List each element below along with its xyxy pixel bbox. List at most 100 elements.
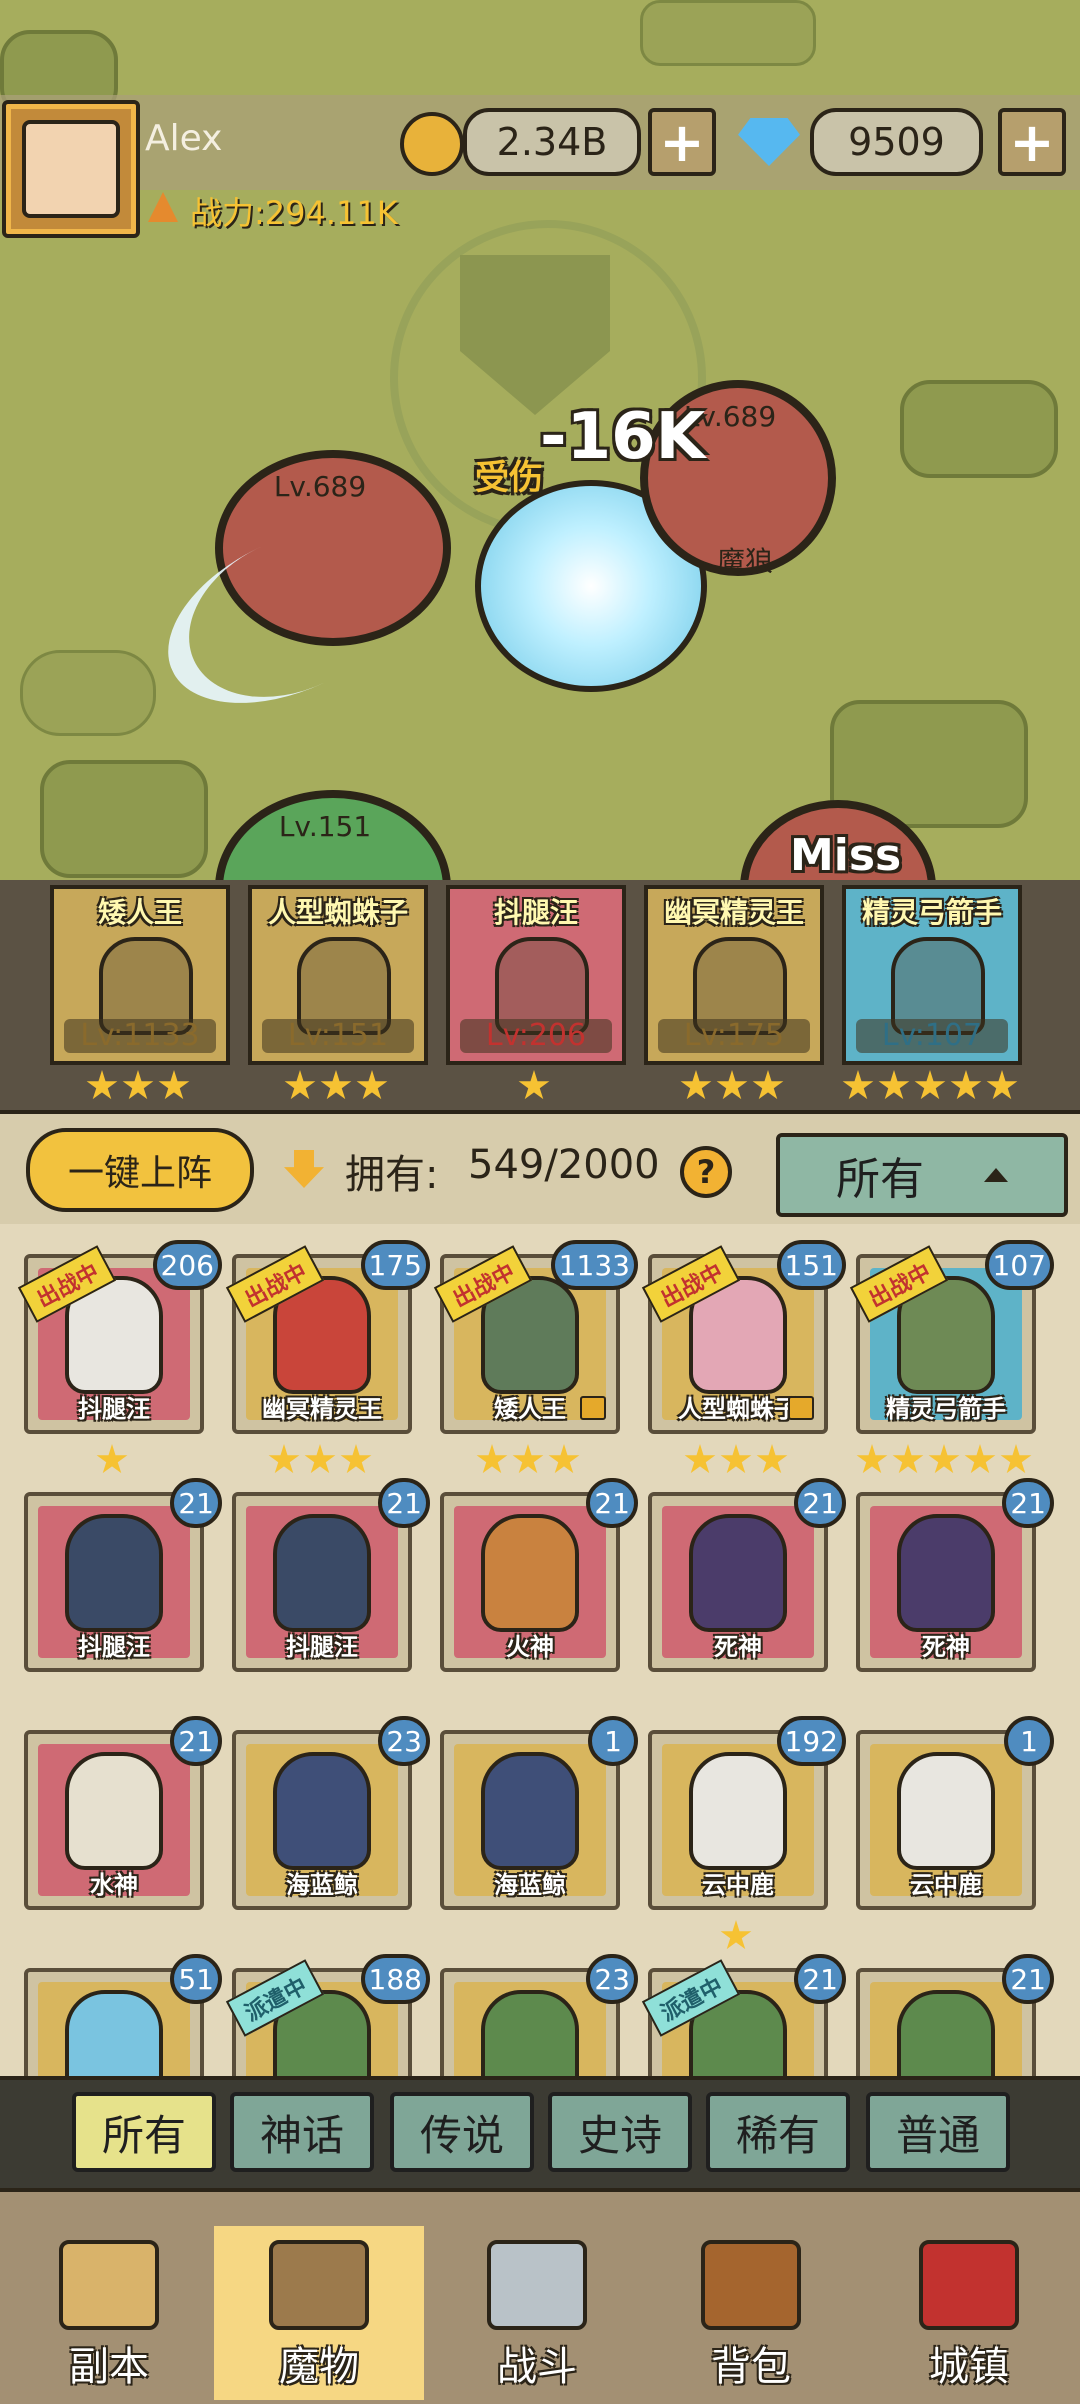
star-icon bbox=[716, 1070, 748, 1100]
map-icon bbox=[59, 2240, 159, 2330]
help-button[interactable]: ? bbox=[680, 1146, 732, 1198]
owned-count: 549/2000 bbox=[468, 1142, 660, 1188]
nav-tab[interactable]: 背包 bbox=[646, 2230, 856, 2400]
formation-stars bbox=[518, 1070, 550, 1102]
monster-card[interactable]: 云中鹿 192 bbox=[648, 1716, 846, 1910]
star-icon bbox=[356, 1070, 388, 1100]
monster-level-badge: 23 bbox=[586, 1954, 638, 2004]
nav-tab[interactable]: 城镇 bbox=[864, 2230, 1074, 2400]
owned-label: 拥有: bbox=[345, 1152, 439, 1198]
rarity-tab[interactable]: 所有 bbox=[72, 2092, 216, 2172]
monster-stars bbox=[720, 1920, 752, 1952]
monster-card[interactable]: 出战中 幽冥精灵王 175 bbox=[225, 1240, 430, 1434]
monster-portrait bbox=[65, 1514, 163, 1633]
formation-name: 人型蜘蛛子 bbox=[267, 896, 408, 929]
monster-level-badge: 21 bbox=[794, 1478, 846, 1528]
monster-portrait bbox=[65, 1752, 163, 1871]
monster-name: 火神 bbox=[506, 1633, 554, 1661]
monster-card[interactable]: 出战中 矮人王 1133 bbox=[433, 1240, 638, 1434]
lock-icon bbox=[788, 1396, 814, 1420]
filter-dropdown-label: 所有 bbox=[836, 1154, 924, 1205]
star-icon bbox=[518, 1070, 550, 1100]
monster-card[interactable]: 出战中 精灵弓箭手 107 bbox=[849, 1240, 1054, 1434]
monster-card[interactable]: 23 bbox=[440, 1954, 638, 2076]
monster-card[interactable]: 21 bbox=[856, 1954, 1054, 2076]
monster-level-badge: 21 bbox=[1002, 1954, 1054, 2004]
formation-level: Lv:151 bbox=[262, 1019, 414, 1053]
monster-card[interactable]: 海蓝鲸 1 bbox=[440, 1716, 638, 1910]
star-icon bbox=[476, 1444, 508, 1474]
nav-tab[interactable]: 战斗 bbox=[432, 2230, 642, 2400]
monster-name: 云中鹿 bbox=[702, 1871, 774, 1899]
monster-card[interactable]: 抖腿汪 21 bbox=[24, 1478, 222, 1672]
nav-label: 城镇 bbox=[929, 2344, 1009, 2390]
star-icon bbox=[284, 1070, 316, 1100]
monster-level-badge: 21 bbox=[1002, 1478, 1054, 1528]
star-icon bbox=[892, 1444, 924, 1474]
monster-portrait bbox=[481, 1990, 579, 2076]
player-name: Alex bbox=[145, 118, 223, 159]
add-gold-button[interactable]: + bbox=[648, 108, 716, 176]
monster-card[interactable]: 云中鹿 1 bbox=[856, 1716, 1054, 1910]
monster-card[interactable]: 51 bbox=[24, 1954, 222, 2076]
formation-name: 抖腿汪 bbox=[493, 896, 578, 929]
auto-deploy-button[interactable]: 一键上阵 bbox=[26, 1128, 254, 1212]
lock-icon bbox=[580, 1396, 606, 1420]
monster-card[interactable]: 死神 21 bbox=[648, 1478, 846, 1672]
formation-slot[interactable]: 矮人王 Lv:1133 bbox=[50, 885, 230, 1065]
star-icon bbox=[304, 1444, 336, 1474]
nav-tab[interactable]: 魔物 bbox=[214, 2226, 424, 2400]
rarity-tab[interactable]: 普通 bbox=[866, 2092, 1010, 2172]
monster-level-badge: 206 bbox=[152, 1240, 222, 1290]
monster-portrait bbox=[273, 1752, 371, 1871]
monster-name: 抖腿汪 bbox=[78, 1633, 150, 1661]
monster-level-badge: 1133 bbox=[550, 1240, 638, 1290]
star-icon bbox=[340, 1444, 372, 1474]
star-icon bbox=[720, 1920, 752, 1950]
avatar-face-icon bbox=[22, 120, 120, 218]
formation-slot[interactable]: 精灵弓箭手 Lv:107 bbox=[842, 885, 1022, 1065]
monster-card[interactable]: 出战中 人型蜘蛛子 151 bbox=[641, 1240, 846, 1434]
monster-portrait bbox=[897, 1752, 995, 1871]
monster-card[interactable]: 死神 21 bbox=[856, 1478, 1054, 1672]
formation-slot[interactable]: 抖腿汪 Lv:206 bbox=[446, 885, 626, 1065]
monster-card[interactable]: 火神 21 bbox=[440, 1478, 638, 1672]
star-icon bbox=[96, 1444, 128, 1474]
star-icon bbox=[86, 1070, 118, 1100]
star-icon bbox=[842, 1070, 874, 1100]
enemy-level: Lv.689 bbox=[273, 470, 367, 503]
formation-slot[interactable]: 人型蜘蛛子 Lv:151 bbox=[248, 885, 428, 1065]
nav-tab[interactable]: 副本 bbox=[4, 2230, 214, 2400]
monster-level-badge: 23 bbox=[378, 1716, 430, 1766]
rarity-tab[interactable]: 神话 bbox=[230, 2092, 374, 2172]
monster-card[interactable]: 水神 21 bbox=[24, 1716, 222, 1910]
rarity-tab[interactable]: 史诗 bbox=[548, 2092, 692, 2172]
star-icon bbox=[320, 1070, 352, 1100]
chevron-up-icon bbox=[984, 1168, 1008, 1182]
monster-name: 死神 bbox=[922, 1633, 970, 1661]
add-gem-button[interactable]: + bbox=[998, 108, 1066, 176]
helmet-icon bbox=[269, 2240, 369, 2330]
monster-card[interactable]: 海蓝鲸 23 bbox=[232, 1716, 430, 1910]
monster-portrait bbox=[481, 1514, 579, 1633]
formation-slot[interactable]: 幽冥精灵王 Lv:175 bbox=[644, 885, 824, 1065]
monster-card[interactable]: 出战中 抖腿汪 206 bbox=[17, 1240, 222, 1434]
formation-level: Lv:1133 bbox=[64, 1019, 216, 1053]
monster-grid: 出战中 抖腿汪 206 出战中 幽冥精灵王 175 出战中 矮人王 1133 出战中 人型蜘蛛子 15… bbox=[0, 1224, 1080, 2076]
monster-stars bbox=[856, 1444, 1032, 1476]
monster-card[interactable]: 派遣中 21 bbox=[641, 1954, 846, 2076]
monster-stars bbox=[476, 1444, 580, 1476]
gold-coin-icon bbox=[400, 112, 464, 176]
filter-dropdown[interactable]: 所有 bbox=[776, 1133, 1068, 1217]
monster-portrait bbox=[689, 1514, 787, 1633]
star-icon bbox=[986, 1070, 1018, 1100]
monster-stars bbox=[96, 1444, 128, 1476]
monster-card[interactable]: 派遣中 188 bbox=[225, 1954, 430, 2076]
star-icon bbox=[122, 1070, 154, 1100]
player-avatar[interactable] bbox=[2, 100, 140, 238]
rarity-tab[interactable]: 稀有 bbox=[706, 2092, 850, 2172]
rarity-tab[interactable]: 传说 bbox=[390, 2092, 534, 2172]
star-icon bbox=[756, 1444, 788, 1474]
star-icon bbox=[752, 1070, 784, 1100]
monster-card[interactable]: 抖腿汪 21 bbox=[232, 1478, 430, 1672]
